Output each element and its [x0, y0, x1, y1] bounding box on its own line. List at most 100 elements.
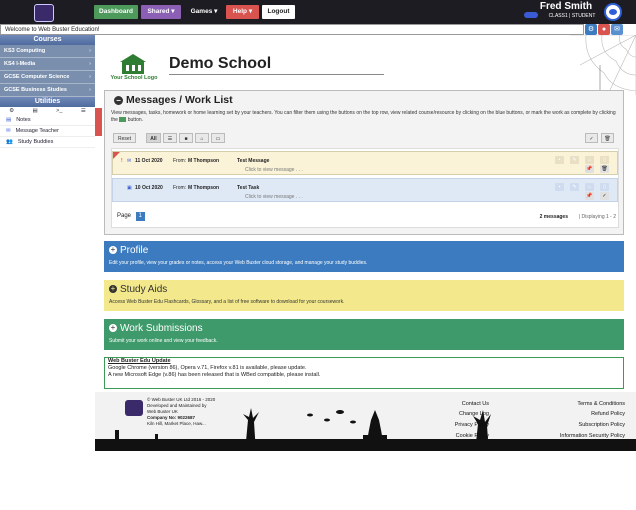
- divider: [169, 74, 384, 75]
- page-number-button[interactable]: 1: [135, 212, 145, 221]
- check-all-icon[interactable]: ✓: [585, 133, 598, 143]
- document-icon[interactable]: ▤: [33, 108, 38, 114]
- expand-icon: +: [109, 323, 117, 333]
- study-aids-panel[interactable]: + Study Aids Access Web Buster Edu Flashc…: [104, 280, 624, 311]
- messages-title[interactable]: − Messages / Work List: [114, 94, 233, 106]
- messages-title-text: Messages / Work List: [126, 94, 233, 106]
- user-avatar[interactable]: [604, 3, 622, 21]
- sidebar-link-study-buddies[interactable]: 👥 Study Buddies: [0, 137, 95, 148]
- resource-icon[interactable]: ▪: [555, 183, 564, 191]
- home-icon[interactable]: ⌂: [585, 156, 594, 164]
- nav-dashboard-button[interactable]: Dashboard: [94, 5, 138, 19]
- work-submissions-title-text: Work Submissions: [120, 323, 203, 334]
- side-tab[interactable]: [95, 108, 102, 136]
- message-hint: Click to view message . . .: [245, 194, 303, 200]
- message-count: 2 messages: [539, 214, 568, 220]
- filter-all-button[interactable]: All: [146, 133, 161, 143]
- chevron-right-icon: ›: [89, 87, 91, 93]
- pin-icon[interactable]: 📌: [585, 192, 594, 200]
- course-label: KS3 Computing: [4, 48, 46, 54]
- profile-description: Edit your profile, view your grades or n…: [109, 260, 368, 266]
- footer-link-privacy[interactable]: Privacy Policy: [441, 422, 489, 428]
- file-icon[interactable]: ▯: [600, 156, 609, 164]
- course-ks3-computing[interactable]: KS3 Computing ›: [0, 45, 95, 58]
- page-label: Page: [117, 213, 132, 219]
- school-logo-caption: Your School Logo: [110, 75, 158, 81]
- message-row[interactable]: ! ✉ 11 Oct 2020 From: M Thompson Test Me…: [112, 151, 618, 175]
- welcome-bar: Welcome to Web Buster Education!: [0, 24, 584, 35]
- unread-flag: [113, 152, 120, 159]
- course-gcse-computer-science[interactable]: GCSE Computer Science ›: [0, 71, 95, 84]
- delete-all-icon[interactable]: 🗑: [601, 133, 614, 143]
- chevron-right-icon: ›: [89, 48, 91, 54]
- message-date: 10 Oct 2020: [135, 185, 163, 191]
- spider-web-decoration: [570, 35, 636, 95]
- filter-book-icon[interactable]: ■: [179, 133, 193, 143]
- chat-icon[interactable]: ●: [598, 24, 610, 35]
- footer-link-changelog[interactable]: Change Log: [447, 411, 489, 417]
- message-date: 11 Oct 2020: [135, 158, 163, 164]
- resource-icon[interactable]: ▪: [555, 156, 564, 164]
- work-submissions-title: + Work Submissions: [109, 323, 203, 334]
- sidebar-link-message-teacher[interactable]: ✉ Message Teacher: [0, 126, 95, 137]
- course-label: GCSE Computer Science: [4, 74, 70, 80]
- link-label: Message Teacher: [15, 128, 59, 134]
- user-name: Fred Smith: [539, 1, 593, 12]
- pin-icon[interactable]: 📌: [585, 165, 594, 173]
- filter-message-icon[interactable]: ▭: [211, 133, 225, 143]
- course-label: KS4 I-Media: [4, 61, 36, 67]
- study-aids-title-text: Study Aids: [120, 284, 168, 295]
- reset-button[interactable]: Reset: [113, 133, 136, 143]
- display-range: | Displaying 1 - 2: [578, 214, 616, 220]
- terminal-icon[interactable]: >_: [56, 108, 62, 114]
- messages-description: View messages, tasks, homework or home l…: [111, 110, 619, 123]
- footer-link-contact[interactable]: Contact Us: [447, 401, 489, 407]
- logout-button[interactable]: Logout: [262, 5, 295, 19]
- user-status-pill: [524, 12, 538, 18]
- filter-home-icon[interactable]: ⌂: [195, 133, 209, 143]
- footer-link-refund[interactable]: Refund Policy: [555, 411, 625, 417]
- expand-icon: +: [109, 284, 117, 294]
- update-line-2: A new Microsoft Edge (v.86) has been rel…: [108, 372, 321, 378]
- edit-icon[interactable]: ✎: [570, 183, 579, 191]
- message-hint: Click to view message . . .: [245, 167, 303, 173]
- course-ks4-imedia[interactable]: KS4 I-Media ›: [0, 58, 95, 71]
- site-logo[interactable]: [34, 4, 54, 22]
- mail-icon[interactable]: ✉: [611, 24, 623, 35]
- complete-icon: [119, 116, 127, 122]
- link-label: Notes: [16, 117, 31, 123]
- collapse-icon[interactable]: −: [114, 95, 123, 105]
- list-icon[interactable]: ☰: [81, 108, 86, 114]
- footer-link-subscription[interactable]: Subscription Policy: [555, 422, 625, 428]
- edit-icon[interactable]: ✎: [570, 156, 579, 164]
- message-row[interactable]: ▣ 10 Oct 2020 From: M Thompson Test Task…: [112, 178, 618, 202]
- home-icon[interactable]: ⌂: [585, 183, 594, 191]
- complete-check-icon[interactable]: ✓: [600, 192, 609, 200]
- profile-panel[interactable]: + Profile Edit your profile, view your gr…: [104, 241, 624, 272]
- delete-icon[interactable]: 🗑: [600, 165, 609, 173]
- course-gcse-business-studies[interactable]: GCSE Business Studies ›: [0, 84, 95, 97]
- nav-games-dropdown[interactable]: Games ▾: [185, 5, 223, 19]
- settings-icon[interactable]: ⚙: [585, 24, 597, 35]
- message-from: M Thompson: [188, 158, 220, 164]
- file-icon[interactable]: ▯: [600, 183, 609, 191]
- message-icon: ✉: [6, 128, 11, 134]
- chevron-right-icon: ›: [89, 74, 91, 80]
- footer-link-terms[interactable]: Terms & Conditions: [555, 401, 625, 407]
- message-from-label: From:: [173, 185, 187, 191]
- update-title[interactable]: Web Buster Edu Update: [108, 358, 623, 365]
- utility-icon-row: ⚙ ▤ >_ ☰: [0, 107, 95, 115]
- nav-shared-dropdown[interactable]: Shared ▾: [141, 5, 181, 19]
- work-submissions-panel[interactable]: + Work Submissions Submit your work onlin…: [104, 319, 624, 350]
- profile-title-text: Profile: [120, 245, 149, 256]
- nav-help-dropdown[interactable]: Help ▾: [226, 5, 259, 19]
- gear-icon[interactable]: ⚙: [9, 108, 14, 114]
- task-icon: ▣: [127, 185, 132, 191]
- filter-list-icon[interactable]: ☰: [163, 133, 177, 143]
- school-name: Demo School: [169, 55, 272, 72]
- user-class: CLASS1 | STUDENT: [548, 13, 596, 19]
- message-subject: Test Task: [237, 185, 260, 191]
- users-icon: 👥: [6, 139, 13, 145]
- pagination: Page 1 2 messages | Displaying 1 - 2: [117, 212, 616, 225]
- sidebar-link-notes[interactable]: ▤ Notes: [0, 115, 95, 126]
